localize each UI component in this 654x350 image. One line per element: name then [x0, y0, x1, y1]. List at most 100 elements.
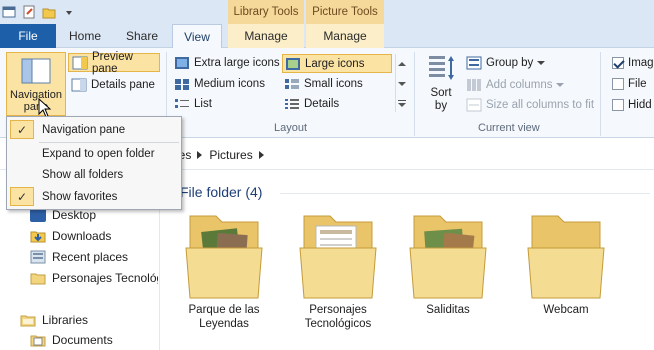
menu-item-show-all-folders[interactable]: Show all folders: [8, 164, 180, 185]
menu-item-label: Expand to open folder: [42, 147, 155, 160]
menu-item-label: Show favorites: [42, 190, 118, 203]
nav-item-label: Libraries: [42, 313, 89, 327]
folder-tile[interactable]: Saliditas: [398, 208, 498, 317]
menu-item-expand-to-open-folder[interactable]: Expand to open folder: [8, 143, 180, 164]
layout-gallery-scroller[interactable]: [395, 54, 407, 112]
nav-item-personajes[interactable]: Personajes Tecnológ: [30, 271, 158, 285]
list-icon: [174, 97, 190, 111]
group-heading: File folder (4): [180, 184, 263, 200]
desktop-icon: [30, 208, 46, 222]
extra-large-icons-icon: [174, 56, 190, 70]
large-icons-icon: [285, 57, 301, 71]
add-columns-label: Add columns: [486, 79, 553, 91]
folder-with-photos-icon: [176, 215, 272, 303]
folder-name: Personajes Tecnológicos: [304, 304, 372, 330]
customize-toolbar-icon[interactable]: [62, 5, 76, 19]
quick-access-toolbar: [2, 2, 76, 22]
navigation-pane-icon: [21, 58, 51, 87]
current-view-group-label: Current view: [478, 122, 540, 134]
details-pane-button[interactable]: Details pane: [68, 75, 160, 94]
tab-view[interactable]: View: [172, 24, 222, 49]
checkmark-icon: ✓: [10, 187, 34, 206]
group-by-label: Group by: [486, 57, 534, 69]
details-label: Details: [304, 98, 340, 110]
file-name-extensions[interactable]: File: [612, 76, 654, 92]
layout-large-icons[interactable]: Large icons: [282, 54, 392, 73]
ribbon-separator: [600, 52, 601, 136]
nav-item-label: Recent places: [52, 250, 129, 264]
size-columns-button[interactable]: Size all columns to fit: [466, 96, 606, 114]
chevron-down-icon: [537, 57, 546, 69]
ribbon-separator: [414, 52, 415, 136]
menu-item-label: Navigation pane: [42, 123, 126, 136]
sort-by-button[interactable]: Sort by: [424, 54, 458, 116]
add-columns-icon: [466, 78, 482, 92]
layout-group-label: Layout: [274, 122, 308, 134]
extra-large-icons-label: Extra large icons: [194, 57, 280, 69]
gallery-more-icon[interactable]: [397, 96, 406, 110]
nav-item-label: Personajes Tecnológ: [52, 271, 158, 285]
tab-home[interactable]: Home: [56, 24, 114, 48]
group-by-icon: [466, 56, 482, 70]
tab-manage-library[interactable]: Manage: [228, 24, 304, 48]
list-label: List: [194, 98, 212, 110]
navigation-pane-dropdown: ✓ Navigation pane Expand to open folder …: [6, 116, 182, 210]
folder-icon: [30, 271, 46, 285]
menu-item-navigation-pane[interactable]: ✓ Navigation pane: [8, 119, 180, 140]
preview-pane-button[interactable]: Preview pane: [68, 51, 160, 75]
navigation-pane-button[interactable]: Navigation pane: [6, 52, 66, 116]
scroll-down-icon[interactable]: [397, 76, 406, 90]
folder-name: Parque de las Leyendas: [188, 304, 260, 330]
properties-icon[interactable]: [22, 5, 36, 19]
small-icons-label: Small icons: [304, 78, 363, 90]
small-icons-icon: [284, 77, 300, 91]
folder-with-photos-icon: [400, 215, 496, 303]
checkmark-icon: ✓: [10, 120, 34, 139]
nav-item-documents[interactable]: Documents: [30, 333, 113, 347]
item-check-boxes[interactable]: Imag: [612, 55, 654, 71]
nav-item-downloads[interactable]: Downloads: [30, 229, 111, 243]
show-hide-label: Hidd: [628, 99, 652, 111]
layout-medium-icons[interactable]: Medium icons: [174, 75, 282, 93]
nav-item-libraries[interactable]: Libraries: [20, 313, 88, 327]
folder-with-documents-icon: [290, 215, 386, 303]
picture-tools-group: Picture Tools: [306, 0, 384, 24]
layout-extra-large-icons[interactable]: Extra large icons: [174, 54, 282, 72]
folder-tile[interactable]: Parque de las Leyendas: [174, 208, 274, 331]
medium-icons-icon: [174, 77, 190, 91]
folder-tile[interactable]: Webcam: [516, 208, 616, 317]
breadcrumb-item[interactable]: Pictures: [209, 148, 252, 162]
nav-item-recent-places[interactable]: Recent places: [30, 250, 128, 264]
layout-details[interactable]: Details: [284, 95, 392, 113]
group-by-button[interactable]: Group by: [466, 54, 586, 72]
libraries-icon: [20, 313, 36, 327]
tab-share[interactable]: Share: [114, 24, 170, 48]
details-pane-label: Details pane: [91, 78, 155, 91]
window-menu-icon[interactable]: [2, 5, 16, 19]
new-folder-icon[interactable]: [42, 5, 56, 19]
size-columns-label: Size all columns to fit: [486, 99, 595, 111]
checkbox-checked[interactable]: [612, 57, 624, 69]
recent-places-icon: [30, 250, 46, 264]
menu-item-show-favorites[interactable]: ✓ Show favorites: [8, 186, 180, 207]
sort-by-label: Sort by: [430, 87, 452, 112]
menu-item-label: Show all folders: [42, 168, 124, 181]
tab-manage-picture[interactable]: Manage: [306, 24, 384, 48]
nav-item-desktop[interactable]: Desktop: [30, 208, 96, 222]
nav-item-label: Desktop: [52, 208, 97, 222]
layout-list[interactable]: List: [174, 95, 282, 113]
chevron-down-icon: [556, 79, 565, 91]
scroll-up-icon[interactable]: [397, 56, 406, 70]
details-icon: [284, 97, 300, 111]
checkbox[interactable]: [612, 78, 624, 90]
checkbox[interactable]: [612, 99, 624, 111]
medium-icons-label: Medium icons: [194, 78, 265, 90]
add-columns-button[interactable]: Add columns: [466, 76, 586, 94]
layout-small-icons[interactable]: Small icons: [284, 75, 392, 93]
tab-file[interactable]: File: [0, 24, 56, 48]
folder-tile[interactable]: Personajes Tecnológicos: [288, 208, 388, 331]
large-icons-label: Large icons: [305, 57, 365, 70]
hidden-items[interactable]: Hidd: [612, 97, 654, 113]
breadcrumb: ies Pictures: [176, 148, 265, 162]
folder-name: Saliditas: [426, 304, 470, 316]
